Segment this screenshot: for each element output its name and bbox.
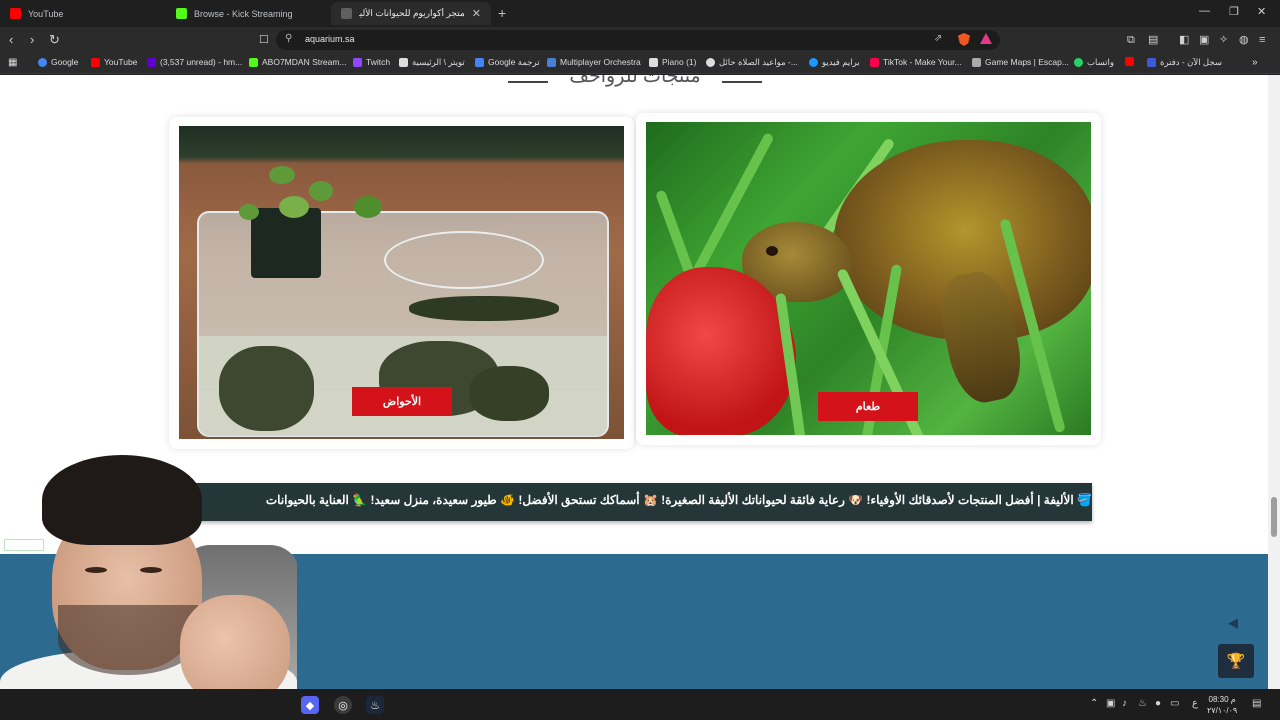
tanks-button[interactable]: الأحواض xyxy=(352,387,452,416)
trophy-icon: 🏆 xyxy=(1226,653,1246,670)
system-clock[interactable]: 08:30 م ٢٧/١٠/٠٩ xyxy=(1207,694,1237,716)
loading-favicon-icon xyxy=(341,8,352,19)
bookmark-twitter[interactable]: تويتر \ الرئيسية xyxy=(399,57,465,68)
volume-icon[interactable]: ♪ xyxy=(1122,698,1127,709)
bookmark-youtube[interactable]: YouTube xyxy=(91,57,137,67)
bookmark-tiktok[interactable]: TikTok - Make Your... xyxy=(870,57,962,67)
bookmark-kick[interactable]: ABO7MDAN Stream... xyxy=(249,57,347,67)
windows-taskbar: ◆ ◎ ♨ ⌃ ▣ ♪ ♨ ● ▭ ع 08:30 م ٢٧/١٠/٠٩ ▤ xyxy=(0,689,1280,720)
reload-icon[interactable]: ↻ xyxy=(49,31,60,49)
product-card-tanks[interactable]: الأحواض xyxy=(169,117,634,449)
twitch-icon xyxy=(353,57,362,67)
url-text[interactable]: aquarium.sa xyxy=(305,34,355,44)
close-window-button[interactable]: ✕ xyxy=(1257,5,1266,18)
close-tab-icon[interactable]: ✕ xyxy=(472,7,481,20)
clock-time: 08:30 م xyxy=(1208,695,1236,704)
brave-shields-icon[interactable] xyxy=(958,33,970,46)
discord-taskbar-icon[interactable]: ◆ xyxy=(301,696,319,714)
language-icon[interactable]: ع xyxy=(1192,698,1198,709)
leo-ai-icon[interactable]: ✧ xyxy=(1219,31,1228,49)
bookmark-google[interactable]: Google xyxy=(38,57,78,67)
bookmark-daftra[interactable]: سجل الآن - دفترة xyxy=(1147,57,1222,68)
tray-chevron-icon[interactable]: ⌃ xyxy=(1090,698,1098,709)
address-bar[interactable]: ⚲ aquarium.sa ⇗ xyxy=(276,30,1000,50)
announcement-marquee: 🪣 الأليفة | أفضل المنتجات لأصدقائك الأوف… xyxy=(179,483,1092,521)
tab-strip: YouTube Browse - Kick Streaming متجر أكو… xyxy=(0,0,1280,27)
bookmark-orchestra[interactable]: Multiplayer Orchestra xyxy=(547,57,641,67)
page-scrollbar[interactable] xyxy=(1268,75,1280,689)
tab-youtube[interactable]: YouTube xyxy=(0,2,166,25)
bookmarks-bar: ▦ Google YouTube (3,537 unread) - hm... … xyxy=(0,53,1280,74)
tab-label: Browse - Kick Streaming xyxy=(194,8,293,19)
new-tab-button[interactable]: + xyxy=(498,5,506,21)
bookmark-icon[interactable]: ☐ xyxy=(259,31,269,49)
bookmark-twitch[interactable]: Twitch xyxy=(353,57,390,67)
google-icon xyxy=(38,57,47,67)
bookmark-translate[interactable]: Google ترجمة xyxy=(475,57,540,68)
daftra-icon xyxy=(1147,58,1156,67)
youtube-icon xyxy=(91,57,100,67)
wallet-card-icon[interactable]: ▣ xyxy=(1199,31,1209,49)
translate-icon xyxy=(475,58,484,67)
back-icon[interactable]: ‹ xyxy=(9,31,13,49)
section-title-text: منتجات للزواحف xyxy=(569,75,701,87)
tab-kick[interactable]: Browse - Kick Streaming xyxy=(166,2,332,25)
speaker-mute-icon[interactable]: ◀ xyxy=(1228,615,1238,631)
network-icon[interactable]: ▭ xyxy=(1170,698,1179,709)
heading-line-right xyxy=(722,81,762,83)
vpn-icon[interactable]: ◍ xyxy=(1239,31,1249,49)
extensions-icon[interactable]: ⧉ xyxy=(1127,31,1135,49)
wallet-icon[interactable]: ▤ xyxy=(1148,31,1158,49)
more-bookmarks-icon[interactable]: » xyxy=(1252,57,1258,68)
food-button[interactable]: طعام xyxy=(818,392,918,421)
menu-icon[interactable]: ≡ xyxy=(1259,31,1265,49)
share-icon[interactable]: ⇗ xyxy=(934,33,942,44)
bookmark-prime[interactable]: برايم فيديو xyxy=(809,57,860,68)
gamemaps-icon xyxy=(972,57,981,67)
kick-icon xyxy=(249,57,258,67)
brave-rewards-icon[interactable] xyxy=(980,33,992,44)
turtle-eating-strawberry-image xyxy=(646,122,1091,435)
bookmark-prayer[interactable]: مواعيد الصلاة حائل -... xyxy=(706,57,798,68)
apps-grid-icon[interactable]: ▦ xyxy=(8,57,17,68)
steam-taskbar-icon[interactable]: ♨ xyxy=(366,696,384,714)
trophy-button[interactable]: 🏆 xyxy=(1218,644,1254,678)
webcam-overlay xyxy=(0,455,297,720)
product-card-food[interactable]: طعام xyxy=(636,113,1101,445)
mail-icon xyxy=(147,57,156,67)
orchestra-icon xyxy=(547,57,556,67)
restore-button[interactable]: ❐ xyxy=(1229,5,1239,18)
youtube-favicon-icon xyxy=(10,8,21,19)
site-info-icon[interactable]: ⚲ xyxy=(285,33,292,44)
clock-date: ٢٧/١٠/٠٩ xyxy=(1207,706,1238,715)
scrollbar-thumb[interactable] xyxy=(1271,497,1277,537)
tab-label: YouTube xyxy=(28,8,64,19)
steam-tray-icon[interactable]: ♨ xyxy=(1138,698,1147,709)
piano-icon xyxy=(649,57,658,67)
x-icon xyxy=(399,58,408,67)
marquee-text: 🪣 الأليفة | أفضل المنتجات لأصدقائك الأوف… xyxy=(265,493,1092,507)
youtube-small-icon[interactable] xyxy=(1125,57,1134,66)
prime-video-icon xyxy=(809,58,818,67)
browser-toolbar: ‹ › ↻ ☐ ⚲ aquarium.sa ⇗ ⧉ ▤ ◧ ▣ ✧ ◍ ≡ xyxy=(0,27,1280,53)
bookmark-gamemaps[interactable]: Game Maps | Escap... xyxy=(972,57,1069,67)
minimize-button[interactable]: — xyxy=(1199,5,1210,17)
tab-label: متجر أكواريوم للحيوانات الأليفة – xyxy=(359,8,465,18)
microphone-icon[interactable]: ● xyxy=(1155,698,1161,709)
bookmark-piano[interactable]: Piano (1) xyxy=(649,57,697,67)
section-heading: منتجات للزواحف xyxy=(508,75,762,88)
chrome-taskbar-icon[interactable]: ◎ xyxy=(334,696,352,714)
heading-line-left xyxy=(508,81,548,83)
globe-icon xyxy=(706,58,715,67)
whatsapp-icon xyxy=(1074,58,1083,67)
bookmark-whatsapp[interactable]: واتساب xyxy=(1074,57,1114,68)
tiktok-icon xyxy=(870,57,879,67)
tab-aquarium[interactable]: متجر أكواريوم للحيوانات الأليفة – ✕ xyxy=(331,2,491,25)
kick-favicon-icon xyxy=(176,8,187,19)
tray-app-icon[interactable]: ▣ xyxy=(1106,698,1115,709)
notifications-icon[interactable]: ▤ xyxy=(1252,698,1261,709)
forward-icon[interactable]: › xyxy=(30,31,34,49)
sidebar-icon[interactable]: ◧ xyxy=(1179,31,1189,49)
bookmark-mail[interactable]: (3,537 unread) - hm... xyxy=(147,57,242,67)
